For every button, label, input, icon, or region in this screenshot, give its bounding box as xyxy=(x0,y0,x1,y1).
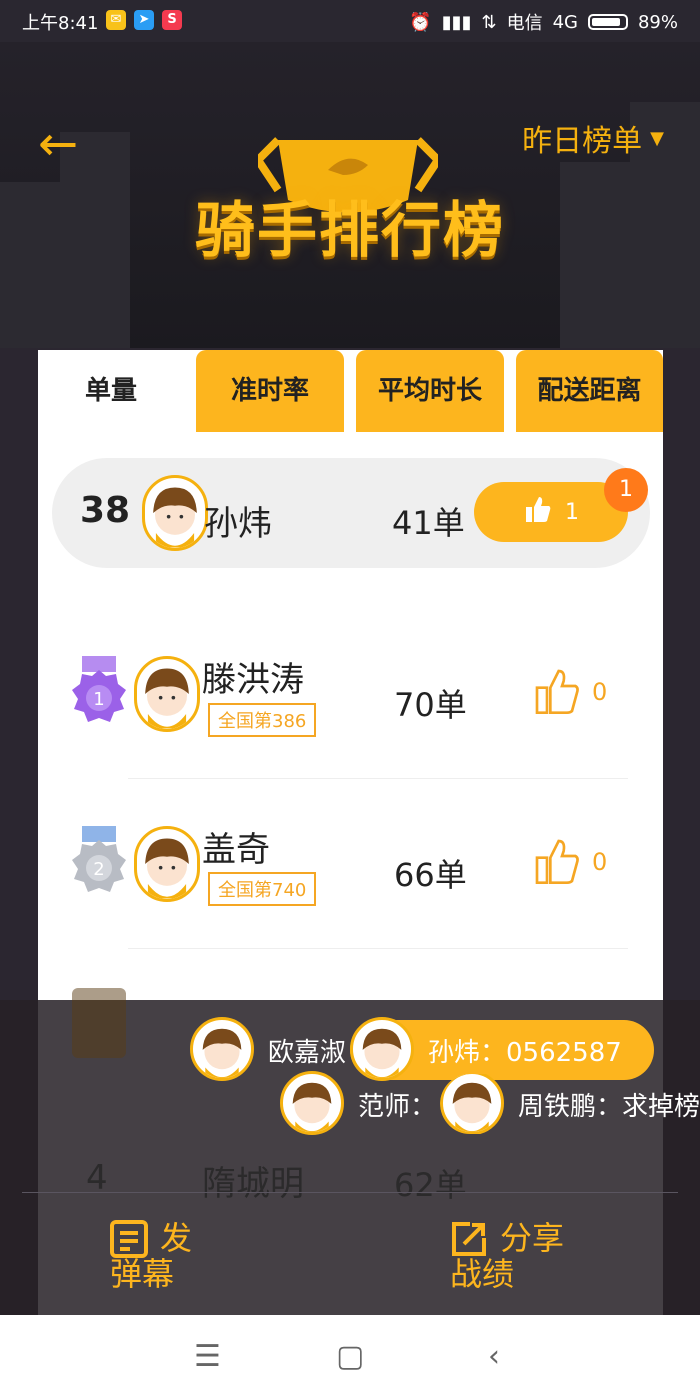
danmaku-avatar xyxy=(280,1071,344,1135)
thumbs-up-icon xyxy=(523,494,553,530)
caret-down-icon: ▼ xyxy=(650,127,664,149)
send-danmaku-line2: 弹幕 xyxy=(110,1255,175,1293)
my-rank: 38 xyxy=(80,490,131,531)
page-title: 骑手排行榜 xyxy=(195,196,505,266)
my-name: 孙炜 xyxy=(204,504,272,544)
tab-order-count[interactable]: 单量 xyxy=(38,350,184,432)
back-arrow-icon[interactable]: ← xyxy=(38,120,78,168)
range-selector[interactable]: 昨日榜单 ▼ xyxy=(522,116,664,160)
status-time: 上午8:41 xyxy=(22,13,99,34)
leader-1-order-count: 70单 xyxy=(394,686,467,724)
data-icon: ⇅ xyxy=(481,11,497,33)
tab-average-time[interactable]: 平均时长 xyxy=(356,350,504,432)
system-nav-bar: ☰ ▢ ‹ xyxy=(0,1315,700,1400)
danmaku-icon xyxy=(110,1220,148,1258)
back-icon[interactable]: ‹ xyxy=(488,1339,500,1374)
danmaku-message: 范师： xyxy=(280,1071,460,1135)
menu-icon[interactable]: ☰ xyxy=(194,1339,221,1374)
range-label: 昨日榜单 xyxy=(522,124,643,159)
my-order-count: 41单 xyxy=(392,504,465,542)
leader-1-name: 滕洪涛 xyxy=(202,660,304,700)
network-label: 4G xyxy=(552,11,578,33)
carrier-label: 电信 xyxy=(506,13,543,34)
notification-app-icon: ✉ xyxy=(106,10,126,30)
telegram-icon: ➤ xyxy=(134,10,154,30)
battery-percent: 89% xyxy=(637,11,678,33)
leader-1-thumbs-up-icon[interactable] xyxy=(532,666,582,716)
metric-tabs: 单量 准时率 平均时长 配送距离 xyxy=(38,350,663,432)
leader-2-order-count: 66单 xyxy=(394,856,467,894)
share-results-line1: 分享 xyxy=(500,1219,565,1257)
danmaku-overlay: 4 隋城明 62单 欧嘉淑 孙炜：0562587 范师： 周铁鹏：求掉榜 xyxy=(0,988,700,1315)
alarm-icon: ⏰ xyxy=(409,11,432,33)
send-danmaku-line1: 发 xyxy=(160,1219,193,1257)
danmaku-avatar xyxy=(350,1017,414,1081)
row-4-name: 隋城明 xyxy=(202,1164,304,1204)
status-bar: 上午8:41 ✉ ➤ S ⏰ ▮▮▮ ⇅ 电信 4G 89% xyxy=(0,0,700,42)
danmaku-avatar xyxy=(190,1017,254,1081)
app-s-icon: S xyxy=(162,10,182,30)
signal-icon: ▮▮▮ xyxy=(441,11,472,33)
gold-medal-icon: 1 xyxy=(72,656,126,722)
my-ranking-row: 38 孙炜 41单 1 1 xyxy=(52,458,650,568)
leader-2-thumbs-up-icon[interactable] xyxy=(532,836,582,886)
danmaku-message: 周铁鹏：求掉榜 xyxy=(440,1074,700,1134)
svg-text:2: 2 xyxy=(93,859,104,880)
leader-1-avatar xyxy=(134,656,200,732)
tab-distance[interactable]: 配送距离 xyxy=(516,350,663,432)
share-results-line2: 战绩 xyxy=(450,1255,515,1293)
leader-1-national-rank: 全国第386 xyxy=(208,703,317,737)
row-4-order-count: 62单 xyxy=(394,1166,467,1204)
home-icon[interactable]: ▢ xyxy=(336,1339,364,1374)
bronze-medal-icon xyxy=(72,988,126,1058)
leader-2-name: 盖奇 xyxy=(202,830,270,870)
share-icon xyxy=(452,1222,486,1256)
leader-2-national-rank: 全国第740 xyxy=(208,872,317,906)
my-like-count: 1 xyxy=(565,499,579,525)
leader-2-like-count: 0 xyxy=(592,848,608,876)
leader-2-avatar xyxy=(134,826,200,902)
svg-text:1: 1 xyxy=(93,689,104,710)
notification-badge: 1 xyxy=(604,468,648,512)
danmaku-message-highlighted: 孙炜：0562587 xyxy=(350,1017,654,1081)
battery-icon xyxy=(587,14,628,30)
silver-medal-icon: 2 xyxy=(72,826,126,892)
tab-on-time-rate[interactable]: 准时率 xyxy=(196,350,344,432)
header-banner: ← 骑手排行榜 昨日榜单 ▼ xyxy=(0,42,700,348)
my-avatar xyxy=(142,475,208,551)
danmaku-avatar xyxy=(440,1074,504,1134)
leader-1-like-count: 0 xyxy=(592,678,608,706)
action-divider xyxy=(22,1192,678,1193)
